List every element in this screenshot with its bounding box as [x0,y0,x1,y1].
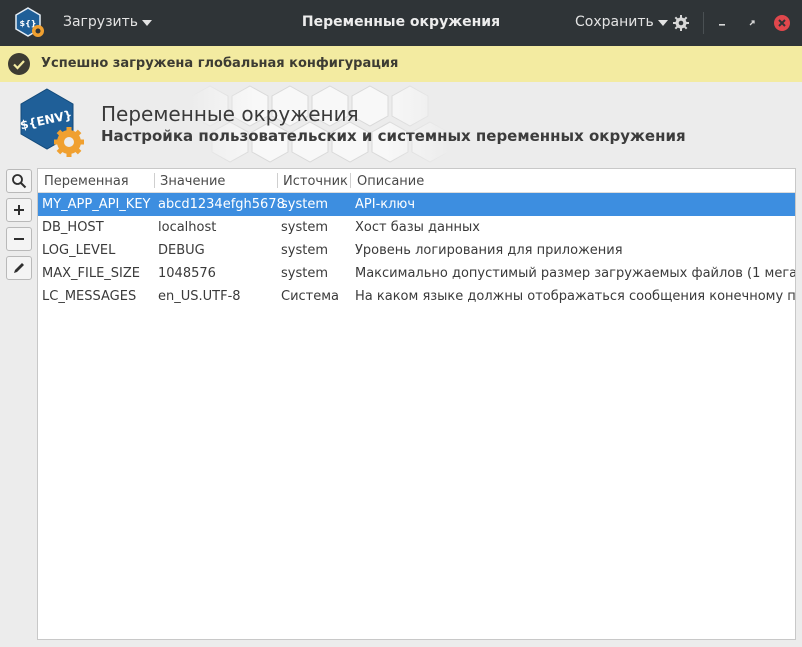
column-divider[interactable] [277,173,278,188]
minimize-button[interactable] [712,13,732,33]
page-subtitle: Настройка пользовательских и системных п… [101,127,686,145]
table-header: Переменная Значение Источник Описание [38,169,795,193]
variable-source-cell: Система [281,289,340,304]
table-row[interactable]: LC_MESSAGES en_US.UTF-8 Система На каком… [38,285,796,308]
variable-source-cell: system [281,197,328,212]
variable-value-cell: 1048576 [158,266,216,281]
pencil-icon [14,263,24,273]
variable-name-cell: MY_APP_API_KEY [42,197,151,212]
restore-icon [749,20,755,26]
notification-bar: Успешно загружена глобальная конфигураци… [0,46,802,83]
header-banner: ${ENV} Переменные окружения Настройка по… [0,82,802,166]
variable-value-cell: en_US.UTF-8 [158,289,241,304]
variable-description-cell: На каком языке должны отображаться сообщ… [355,289,796,304]
table-row[interactable]: MY_APP_API_KEY abcd1234efgh5678 system A… [38,193,795,216]
checkmark-icon [8,53,30,75]
close-button[interactable] [772,13,792,33]
titlebar-separator [703,12,704,34]
chevron-down-icon [657,19,668,26]
plus-icon [14,205,24,215]
chevron-down-icon [142,19,153,26]
load-menu-button[interactable]: Загрузить [63,14,153,30]
variable-value-cell: abcd1234efgh5678 [158,197,285,212]
add-button[interactable] [6,198,32,222]
close-icon [774,15,790,31]
variable-name-cell: MAX_FILE_SIZE [42,266,140,281]
notification-text: Успешно загружена глобальная конфигураци… [41,56,399,71]
variable-source-cell: system [281,220,328,235]
variable-description-cell: API-ключ [355,197,416,212]
save-menu-button[interactable]: Сохранить [575,14,668,30]
gear-icon [673,15,689,31]
column-header-description[interactable]: Описание [357,174,424,189]
search-button[interactable] [6,169,32,193]
save-menu-label: Сохранить [575,14,654,30]
app-logo: ${ENV} [19,88,84,157]
column-header-source[interactable]: Источник [283,174,348,189]
remove-button[interactable] [6,227,32,251]
search-icon [12,174,27,189]
title-bar: ${} Загрузить Переменные окружения Сохра… [0,0,802,46]
minus-icon [14,238,24,240]
table-row[interactable]: DB_HOST localhost system Хост базы данны… [38,216,795,239]
maximize-button[interactable] [742,13,762,33]
edit-button[interactable] [6,256,32,280]
column-header-value[interactable]: Значение [160,174,225,189]
table-row[interactable]: LOG_LEVEL DEBUG system Уровень логирован… [38,239,795,262]
variable-description-cell: Хост базы данных [355,220,480,235]
variable-name-cell: DB_HOST [42,220,104,235]
page-title: Переменные окружения [101,102,359,126]
load-menu-label: Загрузить [63,14,139,30]
variable-name-cell: LOG_LEVEL [42,243,116,258]
settings-button[interactable] [671,13,691,33]
variable-description-cell: Уровень логирования для приложения [355,243,623,258]
variables-table[interactable]: Переменная Значение Источник Описание MY… [37,168,796,640]
variable-source-cell: system [281,243,328,258]
variable-value-cell: DEBUG [158,243,205,258]
table-row[interactable]: MAX_FILE_SIZE 1048576 system Максимально… [38,262,796,285]
column-header-variable[interactable]: Переменная [44,174,129,189]
variable-value-cell: localhost [158,220,217,235]
variable-source-cell: system [281,266,328,281]
column-divider[interactable] [154,173,155,188]
app-icon: ${} [15,7,44,37]
minimize-icon [719,24,725,26]
column-divider[interactable] [350,173,351,188]
variable-description-cell: Максимально допустимый размер загружаемы… [355,266,796,281]
variable-name-cell: LC_MESSAGES [42,289,137,304]
